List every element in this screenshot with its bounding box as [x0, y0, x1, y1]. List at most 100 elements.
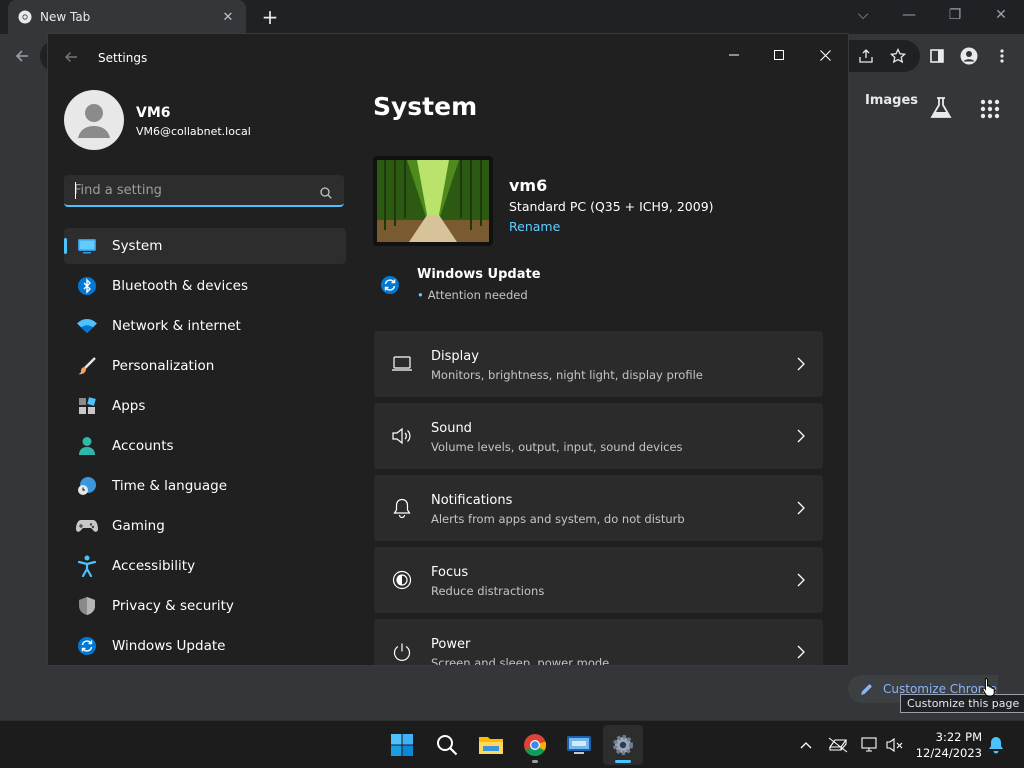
- card-sound[interactable]: Sound Volume levels, output, input, soun…: [374, 403, 823, 469]
- update-icon: [76, 635, 98, 657]
- card-display[interactable]: Display Monitors, brightness, night ligh…: [374, 331, 823, 397]
- sidebar-item-accounts[interactable]: Accounts: [64, 428, 346, 464]
- sidebar-item-personalization[interactable]: Personalization: [64, 348, 346, 384]
- settings-window: Settings VM6 VM6@collabnet.local System: [47, 33, 849, 666]
- card-subtitle: Screen and sleep, power mode: [431, 656, 610, 666]
- settings-back-arrow-icon[interactable]: [64, 49, 78, 68]
- monitor-icon: [390, 352, 414, 376]
- back-arrow-icon[interactable]: [8, 42, 36, 70]
- close-icon[interactable]: ✕: [987, 4, 1015, 26]
- rename-link[interactable]: Rename: [509, 219, 560, 234]
- sidebar-item-windows-update[interactable]: Windows Update: [64, 628, 346, 664]
- profile-icon[interactable]: [955, 42, 983, 70]
- profile-name: VM6: [136, 105, 171, 121]
- chrome-menu-icon[interactable]: [988, 42, 1016, 70]
- brush-icon: [76, 355, 98, 377]
- volume-muted-icon[interactable]: [885, 735, 905, 755]
- pencil-icon: [861, 683, 872, 695]
- card-notifications[interactable]: Notifications Alerts from apps and syste…: [374, 475, 823, 541]
- settings-minimize-icon[interactable]: [712, 40, 756, 70]
- person-icon: [76, 435, 98, 457]
- remote-desktop-icon: [567, 736, 591, 754]
- chrome-icon: [524, 734, 547, 756]
- sidebar-item-privacy[interactable]: Privacy & security: [64, 588, 346, 624]
- taskbar-file-explorer[interactable]: [471, 725, 511, 765]
- display-monitor-icon[interactable]: [859, 735, 879, 755]
- tab-title: New Tab: [40, 10, 91, 24]
- accessibility-icon: [76, 555, 98, 577]
- windows-update-status-icon[interactable]: [380, 275, 400, 299]
- taskbar-chrome[interactable]: [515, 725, 555, 765]
- settings-card-list: Display Monitors, brightness, night ligh…: [374, 331, 823, 666]
- shield-icon: [76, 595, 98, 617]
- card-power[interactable]: Power Screen and sleep, power mode: [374, 619, 823, 666]
- avatar[interactable]: [64, 90, 124, 150]
- sidebar-item-network[interactable]: Network & internet: [64, 308, 346, 344]
- taskbar-search-button[interactable]: [427, 725, 467, 765]
- clock-date: 12/24/2023: [915, 746, 982, 760]
- chrome-favicon-icon: [18, 10, 32, 24]
- search-icon[interactable]: [320, 184, 332, 203]
- system-icon: [76, 235, 98, 257]
- card-title: Focus: [431, 565, 469, 580]
- taskbar-settings[interactable]: [603, 725, 643, 765]
- globe-clock-icon: [76, 475, 98, 497]
- sidebar-item-bluetooth[interactable]: Bluetooth & devices: [64, 268, 346, 304]
- windows-update-status-text: Attention needed: [427, 288, 528, 302]
- settings-app-title: Settings: [98, 51, 148, 65]
- chevron-right-icon: [797, 500, 805, 519]
- sidebar-item-time-language[interactable]: Time & language: [64, 468, 346, 504]
- settings-search-input[interactable]: [74, 181, 304, 199]
- sidebar-item-gaming[interactable]: Gaming: [64, 508, 346, 544]
- sidebar-item-system[interactable]: System: [64, 228, 346, 264]
- sidebar-item-label: Network & internet: [112, 318, 241, 334]
- bookmark-star-icon[interactable]: [884, 42, 912, 70]
- device-name: vm6: [509, 176, 548, 195]
- windows-update-status: • Attention needed: [417, 288, 528, 302]
- settings-gear-icon: [613, 735, 633, 755]
- card-title: Sound: [431, 421, 472, 436]
- card-title: Power: [431, 637, 471, 652]
- new-tab-button[interactable]: +: [260, 5, 280, 29]
- status-dot-icon: •: [417, 288, 424, 302]
- page-title: System: [373, 92, 478, 121]
- share-icon[interactable]: [852, 42, 880, 70]
- settings-search-box[interactable]: [64, 175, 344, 207]
- settings-close-icon[interactable]: [803, 40, 847, 70]
- show-hidden-icons-chevron-icon[interactable]: [796, 735, 816, 755]
- running-indicator: [532, 760, 538, 763]
- labs-flask-icon[interactable]: [930, 96, 952, 124]
- file-explorer-icon: [479, 737, 503, 754]
- profile-email: VM6@collabnet.local: [136, 125, 251, 138]
- card-title: Display: [431, 349, 479, 364]
- images-link[interactable]: Images: [865, 93, 918, 108]
- windows-update-title[interactable]: Windows Update: [417, 267, 541, 282]
- chrome-tab-new-tab[interactable]: New Tab ✕: [8, 0, 246, 34]
- gamepad-icon: [76, 515, 98, 537]
- sidebar-item-label: Privacy & security: [112, 598, 234, 614]
- sidebar-item-apps[interactable]: Apps: [64, 388, 346, 424]
- notification-bell-icon[interactable]: [986, 735, 1006, 755]
- settings-nav: System Bluetooth & devices Network & int…: [64, 228, 346, 665]
- clock-time: 3:22 PM: [935, 730, 982, 744]
- settings-maximize-icon[interactable]: [757, 40, 801, 70]
- windows-taskbar: 3:22 PM 12/24/2023: [0, 720, 1024, 768]
- tab-search-chevron-icon[interactable]: ⌵: [849, 4, 877, 26]
- device-wallpaper-thumbnail: [373, 156, 493, 246]
- card-focus[interactable]: Focus Reduce distractions: [374, 547, 823, 613]
- network-disconnected-icon[interactable]: [828, 735, 848, 755]
- google-apps-grid-icon[interactable]: [980, 99, 1000, 123]
- settings-title-bar: Settings: [48, 34, 848, 80]
- apps-icon: [76, 395, 98, 417]
- chevron-right-icon: [797, 572, 805, 591]
- tab-close-icon[interactable]: ✕: [220, 10, 236, 25]
- system-clock[interactable]: 3:22 PM 12/24/2023: [912, 729, 982, 761]
- start-button[interactable]: [382, 725, 422, 765]
- sidebar-item-accessibility[interactable]: Accessibility: [64, 548, 346, 584]
- minimize-icon[interactable]: —: [895, 4, 923, 26]
- bluetooth-icon: [76, 275, 98, 297]
- taskbar-remote-desktop[interactable]: [559, 725, 599, 765]
- sidebar-item-label: Accounts: [112, 438, 174, 454]
- restore-icon[interactable]: ❐: [941, 4, 969, 26]
- side-panel-icon[interactable]: [923, 42, 951, 70]
